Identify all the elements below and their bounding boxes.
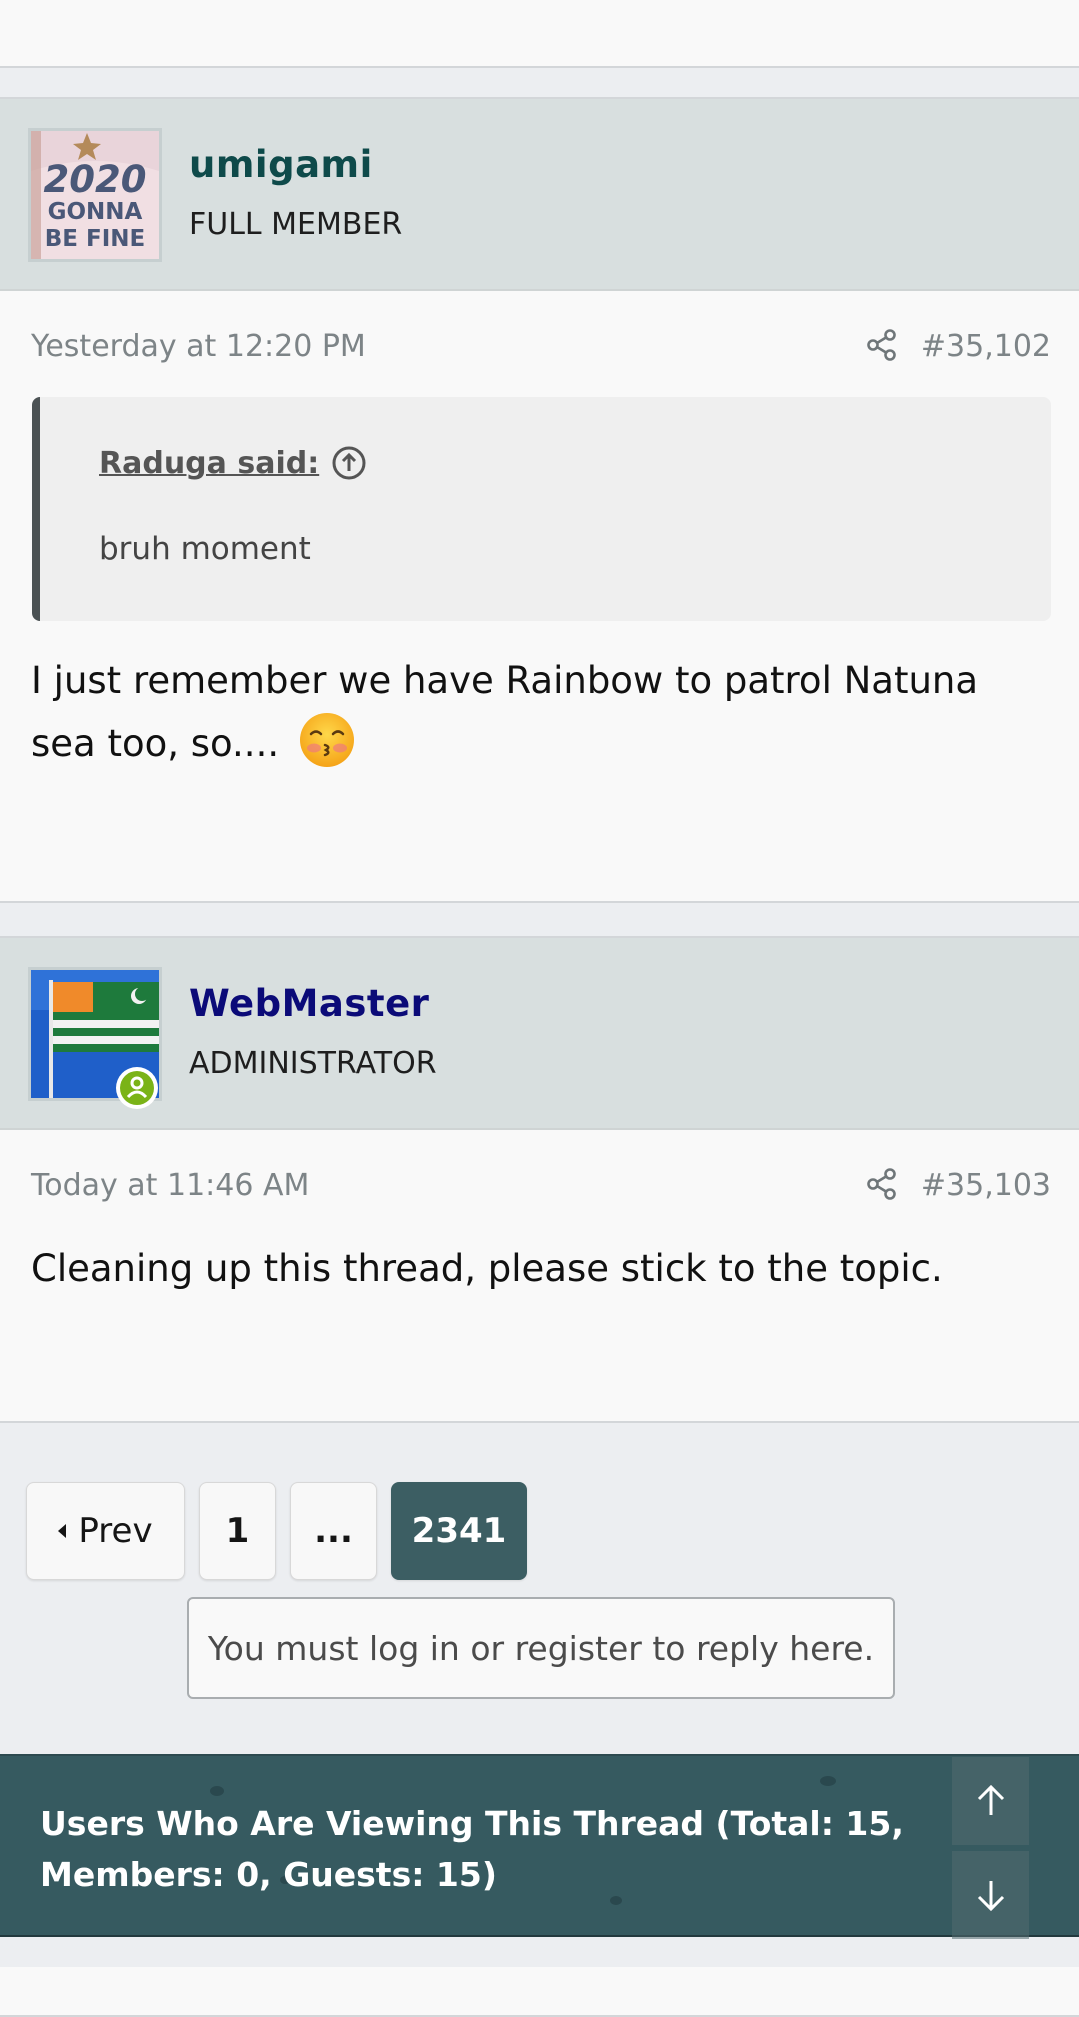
- post: 2020 GONNA BE FINE umigami FULL MEMBER Y…: [0, 97, 1079, 903]
- prev-page-label: Prev: [78, 1511, 153, 1551]
- username[interactable]: umigami: [189, 143, 373, 186]
- thread-viewers-block: Users Who Are Viewing This Thread (Total…: [0, 1754, 1079, 1937]
- post-number[interactable]: #35,103: [921, 1168, 1051, 1203]
- post-message: I just remember we have Rainbow to patro…: [31, 650, 1051, 775]
- arrow-down-icon: [977, 1881, 1004, 1912]
- user-title: ADMINISTRATOR: [189, 1046, 437, 1081]
- texture-spot: [820, 1776, 836, 1786]
- avatar-text-line-3: BE FINE: [44, 226, 146, 252]
- post-date[interactable]: Today at 11:46 AM: [31, 1168, 309, 1203]
- quote-author[interactable]: Raduga said:: [99, 446, 319, 481]
- post-meta: Yesterday at 12:20 PM #35,102: [0, 291, 1079, 401]
- online-status-icon: [116, 1067, 158, 1109]
- post-meta: Today at 11:46 AM #35,103: [0, 1130, 1079, 1240]
- share-icon[interactable]: [864, 1166, 900, 1202]
- avatar-text-line-2: GONNA: [47, 199, 143, 225]
- user-title: FULL MEMBER: [189, 207, 403, 242]
- texture-spot: [210, 1786, 224, 1796]
- prev-page-button[interactable]: Prev: [26, 1482, 185, 1580]
- quote-block: Raduga said: bruh moment: [32, 397, 1051, 621]
- share-icon[interactable]: [864, 327, 900, 363]
- arrow-up-circle-icon[interactable]: [331, 445, 367, 481]
- avatar[interactable]: [28, 967, 162, 1109]
- username[interactable]: WebMaster: [189, 982, 429, 1025]
- caret-left-icon: [58, 1524, 67, 1538]
- previous-post-card: [0, 0, 1079, 68]
- arrow-up-icon: [977, 1784, 1004, 1815]
- kissing-face-emoji: [299, 713, 354, 767]
- post: WebMaster ADMINISTRATOR Today at 11:46 A…: [0, 936, 1079, 1423]
- page-jump-button[interactable]: ...: [290, 1482, 377, 1580]
- post-number[interactable]: #35,102: [921, 329, 1051, 364]
- next-section-card: [0, 1967, 1079, 2017]
- scroll-to-bottom-button[interactable]: [952, 1851, 1029, 1939]
- post-message: Cleaning up this thread, please stick to…: [31, 1247, 943, 1290]
- current-page-button[interactable]: 2341: [391, 1482, 527, 1580]
- post-user-header: 2020 GONNA BE FINE umigami FULL MEMBER: [0, 99, 1079, 291]
- quote-text: bruh moment: [99, 531, 311, 567]
- login-to-reply-button[interactable]: You must log in or register to reply her…: [187, 1597, 895, 1699]
- pagination: Prev 1 ... 2341: [26, 1482, 527, 1580]
- thread-viewers-heading: Users Who Are Viewing This Thread (Total…: [40, 1804, 904, 1894]
- avatar[interactable]: 2020 GONNA BE FINE: [28, 128, 162, 262]
- scroll-to-top-button[interactable]: [952, 1757, 1029, 1845]
- post-user-header: WebMaster ADMINISTRATOR: [0, 938, 1079, 1130]
- quote-attribution[interactable]: Raduga said:: [99, 445, 367, 481]
- post-date[interactable]: Yesterday at 12:20 PM: [31, 329, 366, 364]
- avatar-text-line-1: 2020: [43, 158, 147, 201]
- page-1-button[interactable]: 1: [199, 1482, 276, 1580]
- post-message-text: I just remember we have Rainbow to patro…: [31, 659, 979, 765]
